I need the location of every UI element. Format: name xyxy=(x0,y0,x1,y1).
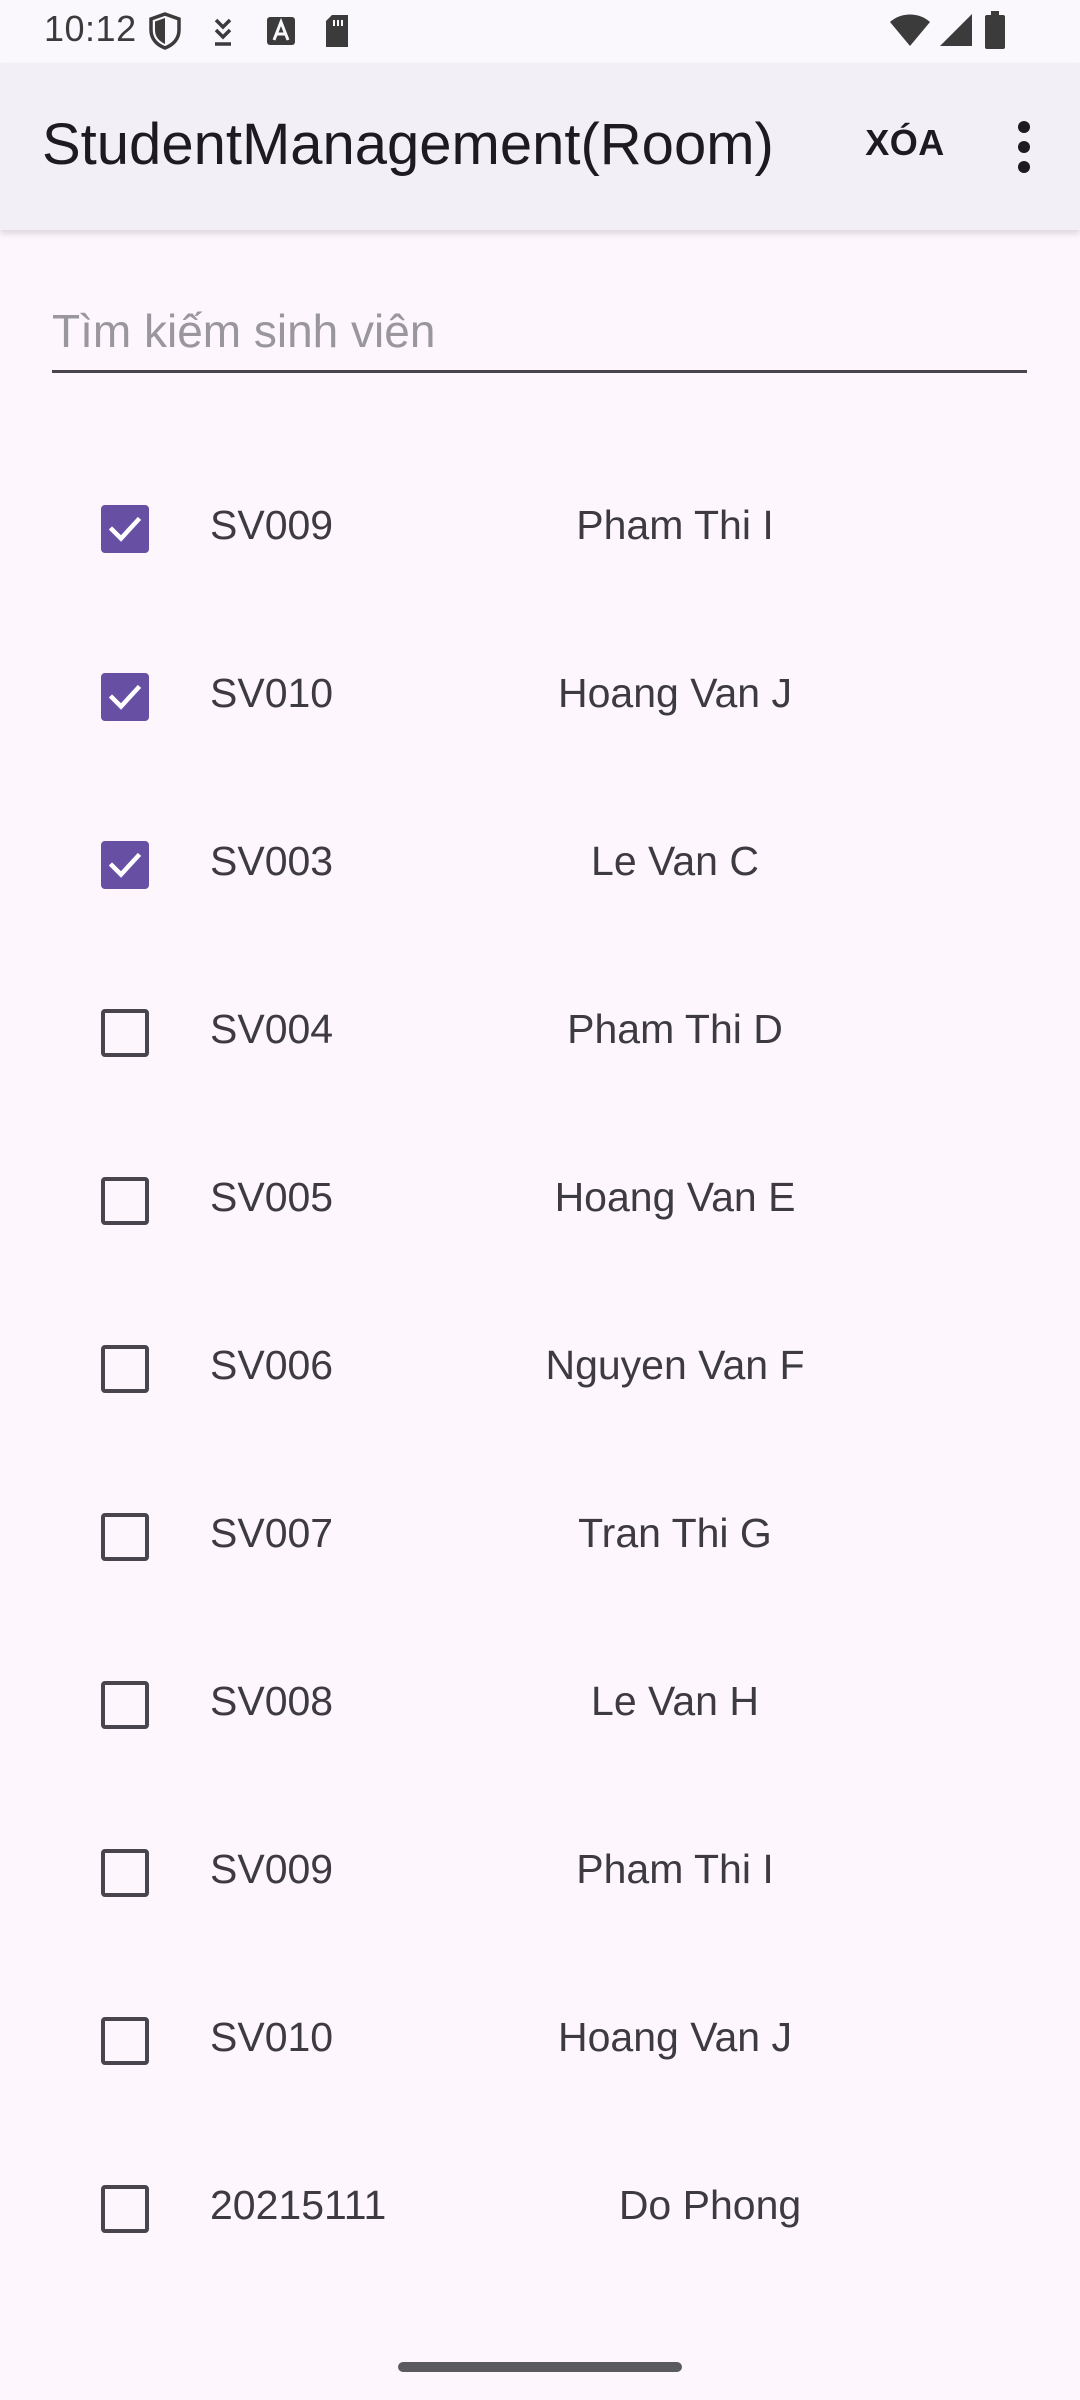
student-row[interactable]: 20215111 Do Phong xyxy=(0,2126,1080,2294)
student-list: SV009 Pham Thi I SV010 Hoang Van J SV003 Le V… xyxy=(0,446,1080,2294)
student-id: SV004 xyxy=(210,1006,334,1052)
checkbox-unchecked[interactable] xyxy=(101,2185,149,2233)
screen: 10:12 StudentManagement(Room) XÓA Tìm ki… xyxy=(0,0,1080,2400)
student-name: Pham Thi D xyxy=(567,1006,783,1052)
sd-card-icon xyxy=(322,12,352,55)
student-id: SV009 xyxy=(210,502,334,548)
student-row[interactable]: SV006 Nguyen Van F xyxy=(0,1286,1080,1454)
student-name: Nguyen Van F xyxy=(545,1342,805,1388)
checkbox-unchecked[interactable] xyxy=(101,1009,149,1057)
student-id: SV007 xyxy=(210,1510,334,1556)
gesture-nav-handle[interactable] xyxy=(398,2362,682,2372)
checkbox-unchecked[interactable] xyxy=(101,1177,149,1225)
checkbox-unchecked[interactable] xyxy=(101,1513,149,1561)
status-time: 10:12 xyxy=(44,8,137,49)
status-bar: 10:12 xyxy=(0,0,1080,63)
student-name: Tran Thi G xyxy=(578,1510,772,1556)
student-name: Do Phong xyxy=(618,2182,802,2228)
checkbox-checked[interactable] xyxy=(101,505,149,553)
app-title: StudentManagement(Room) xyxy=(42,112,774,177)
a-box-icon xyxy=(264,12,298,55)
student-name: Hoang Van E xyxy=(554,1174,796,1220)
search-input[interactable] xyxy=(52,296,1027,366)
student-id: SV006 xyxy=(210,1342,334,1388)
app-bar: StudentManagement(Room) XÓA xyxy=(0,63,1080,230)
student-id: SV010 xyxy=(210,2014,334,2060)
delete-button[interactable]: XÓA xyxy=(850,111,960,175)
student-id: SV005 xyxy=(210,1174,334,1220)
student-name: Le Van C xyxy=(591,838,759,884)
checkbox-unchecked[interactable] xyxy=(101,2017,149,2065)
student-name: Pham Thi I xyxy=(576,1846,774,1892)
student-id: SV003 xyxy=(210,838,334,884)
student-row[interactable]: SV010 Hoang Van J xyxy=(0,614,1080,782)
signal-icon xyxy=(938,10,974,55)
more-vert-icon[interactable] xyxy=(996,109,1052,189)
student-row[interactable]: SV008 Le Van H xyxy=(0,1622,1080,1790)
download-icon xyxy=(208,12,238,55)
student-name: Hoang Van J xyxy=(557,670,792,716)
battery-icon xyxy=(984,10,1006,55)
student-row[interactable]: SV005 Hoang Van E xyxy=(0,1118,1080,1286)
student-name: Hoang Van J xyxy=(557,2014,792,2060)
wifi-icon xyxy=(888,10,932,55)
shield-icon xyxy=(148,12,182,55)
checkbox-unchecked[interactable] xyxy=(101,1345,149,1393)
checkbox-checked[interactable] xyxy=(101,673,149,721)
checkbox-checked[interactable] xyxy=(101,841,149,889)
search-field xyxy=(52,296,1027,373)
student-name: Pham Thi I xyxy=(576,502,774,548)
student-row[interactable]: SV009 Pham Thi I xyxy=(0,446,1080,614)
student-row[interactable]: SV004 Pham Thi D xyxy=(0,950,1080,1118)
checkbox-unchecked[interactable] xyxy=(101,1849,149,1897)
student-id: SV010 xyxy=(210,670,334,716)
student-id: SV009 xyxy=(210,1846,334,1892)
student-name: Le Van H xyxy=(591,1678,759,1724)
student-row[interactable]: SV009 Pham Thi I xyxy=(0,1790,1080,1958)
student-id: 20215111 xyxy=(210,2182,387,2228)
student-row[interactable]: SV007 Tran Thi G xyxy=(0,1454,1080,1622)
checkbox-unchecked[interactable] xyxy=(101,1681,149,1729)
student-row[interactable]: SV010 Hoang Van J xyxy=(0,1958,1080,2126)
student-row[interactable]: SV003 Le Van C xyxy=(0,782,1080,950)
student-id: SV008 xyxy=(210,1678,334,1724)
